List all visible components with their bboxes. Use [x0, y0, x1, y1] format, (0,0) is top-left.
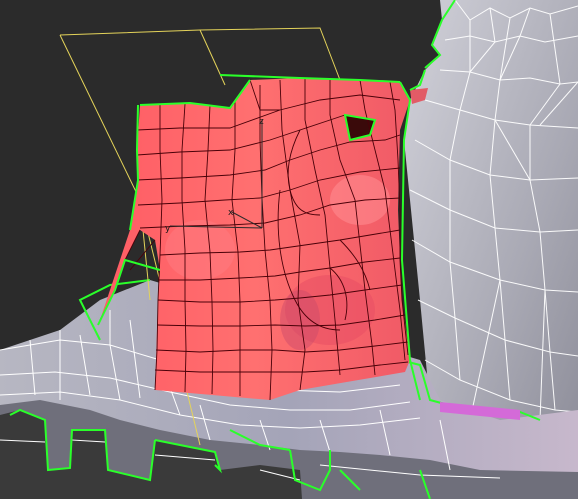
x-axis-label: x [228, 208, 234, 218]
viewport-3d[interactable]: z x y [0, 0, 578, 499]
y-axis-label: y [165, 224, 171, 234]
z-axis-label: z [259, 117, 264, 127]
scene-canvas[interactable]: z x y [0, 0, 578, 499]
